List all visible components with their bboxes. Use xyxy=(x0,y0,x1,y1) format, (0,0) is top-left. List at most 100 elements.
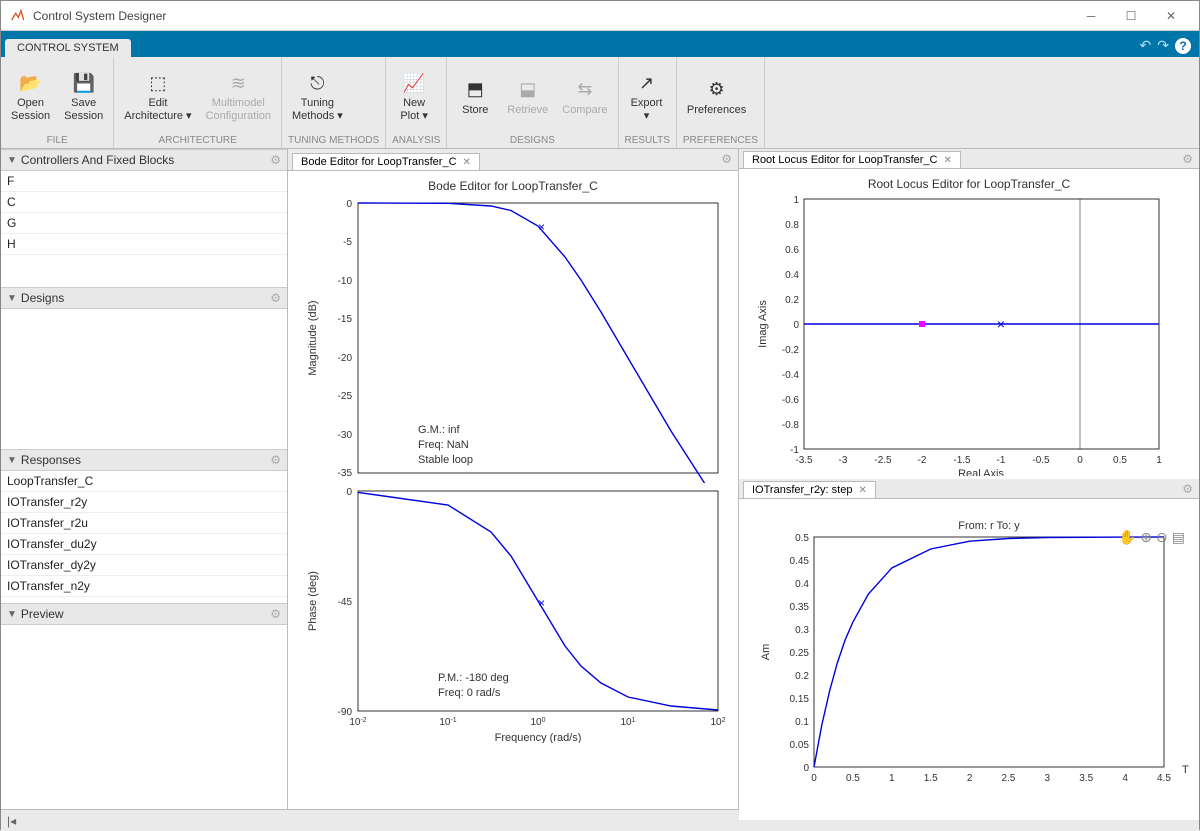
panel-controllers-header[interactable]: ▼Controllers And Fixed Blocks⚙ xyxy=(1,149,287,171)
svg-text:-20: -20 xyxy=(338,353,353,364)
open-session-button[interactable]: 📂Open Session xyxy=(7,61,54,133)
close-icon[interactable]: ✕ xyxy=(858,485,866,496)
ribbon-group-tuning: TUNING METHODS xyxy=(288,133,379,146)
panel-gear-icon[interactable]: ⚙ xyxy=(270,291,281,305)
list-item[interactable]: IOTransfer_dy2y xyxy=(1,555,287,576)
step-chart[interactable]: From: r To: y 0 0.05 0.1 0.15 0.2 0.25 0… xyxy=(749,507,1189,807)
doc-gear-icon[interactable]: ⚙ xyxy=(1182,152,1193,166)
ribbon-group-prefs: PREFERENCES xyxy=(683,133,758,146)
new-plot-button[interactable]: 📈New Plot ▾ xyxy=(392,61,436,133)
window-title: Control System Designer xyxy=(33,9,1071,23)
statusbar-caret-icon[interactable]: |◂ xyxy=(7,814,16,828)
list-item[interactable]: H xyxy=(1,234,287,255)
edit-architecture-button[interactable]: ⬚Edit Architecture ▾ xyxy=(120,61,195,133)
tuning-methods-label: Tuning Methods ▾ xyxy=(292,97,343,122)
redo-icon[interactable]: ↷ xyxy=(1157,37,1169,54)
svg-text:0: 0 xyxy=(811,773,817,784)
list-item[interactable]: IOTransfer_du2y xyxy=(1,534,287,555)
gear-icon: ⚙ xyxy=(705,78,729,102)
doc-gear-icon[interactable]: ⚙ xyxy=(721,152,732,166)
ribbon-group-architecture: ARCHITECTURE xyxy=(120,133,275,146)
rlocus-tab-label: Root Locus Editor for LoopTransfer_C xyxy=(752,154,937,166)
bode-tab[interactable]: Bode Editor for LoopTransfer_C ✕ xyxy=(292,153,480,170)
store-icon: ⬒ xyxy=(463,78,487,102)
svg-text:-0.6: -0.6 xyxy=(782,395,800,406)
step-plot-area[interactable]: ✋ ⊕ ⊖ ▤ From: r To: y 0 0.05 0.1 0.15 0.… xyxy=(739,499,1199,820)
step-tabstrip: IOTransfer_r2y: step✕ ⚙ xyxy=(739,479,1199,499)
bode-editor-pane: Bode Editor for LoopTransfer_C ✕ ⚙ Bode E… xyxy=(288,149,738,809)
svg-text:-2: -2 xyxy=(918,455,927,466)
undo-icon[interactable]: ↶ xyxy=(1140,37,1152,54)
panel-responses-title: Responses xyxy=(21,453,81,467)
edit-architecture-label: Edit Architecture ▾ xyxy=(124,97,191,122)
maximize-button[interactable]: ☐ xyxy=(1111,2,1151,30)
zoom-out-icon[interactable]: ⊖ xyxy=(1156,529,1168,546)
svg-text:4: 4 xyxy=(1122,773,1128,784)
bode-plot-area[interactable]: Bode Editor for LoopTransfer_C 0 -5 -10 … xyxy=(288,171,738,809)
svg-text:0: 0 xyxy=(793,320,799,331)
panel-designs-body xyxy=(1,309,287,449)
panel-preview-header[interactable]: ▼Preview⚙ xyxy=(1,603,287,625)
bode-tab-label: Bode Editor for LoopTransfer_C xyxy=(301,156,457,168)
help-icon[interactable]: ? xyxy=(1175,38,1191,54)
zoom-in-icon[interactable]: ⊕ xyxy=(1140,529,1152,546)
data-browser: ▼Controllers And Fixed Blocks⚙ F C G H ▼… xyxy=(1,149,288,809)
list-item[interactable]: F xyxy=(1,171,287,192)
legend-icon[interactable]: ▤ xyxy=(1172,529,1185,546)
ribbon: 📂Open Session 💾Save Session FILE ⬚Edit A… xyxy=(1,57,1199,149)
compare-label: Compare xyxy=(562,104,607,117)
svg-text:0.4: 0.4 xyxy=(795,579,809,590)
svg-text:-3: -3 xyxy=(839,455,848,466)
chevron-down-icon: ▼ xyxy=(7,155,17,166)
panel-gear-icon[interactable]: ⚙ xyxy=(270,453,281,467)
bode-magnitude-chart[interactable]: 0 -5 -10 -15 -20 -25 -30 -35 Magnitude (… xyxy=(298,193,728,483)
list-item[interactable]: IOTransfer_n2y xyxy=(1,576,287,597)
folder-open-icon: 📂 xyxy=(19,71,43,95)
preferences-label: Preferences xyxy=(687,104,746,117)
close-icon[interactable]: ✕ xyxy=(943,155,951,166)
rlocus-chart[interactable]: × 1 0.8 0.6 0.4 0.2 0 -0.2 -0.4 -0.6 -0.… xyxy=(749,191,1179,476)
svg-text:10-1: 10-1 xyxy=(439,717,456,729)
store-label: Store xyxy=(462,104,488,117)
bode-phase-chart[interactable]: 0 -45 -90 Phase (deg) × P.M.: -180 deg F… xyxy=(298,483,728,743)
tuning-methods-button[interactable]: ⎋Tuning Methods ▾ xyxy=(288,61,347,133)
panel-gear-icon[interactable]: ⚙ xyxy=(270,153,281,167)
retrieve-label: Retrieve xyxy=(507,104,548,117)
step-ylabel: Am xyxy=(760,644,772,661)
multimodel-config-button: ≋Multimodel Configuration xyxy=(202,61,275,133)
svg-text:2: 2 xyxy=(967,773,973,784)
list-item[interactable]: G xyxy=(1,213,287,234)
rlocus-plot-area[interactable]: Root Locus Editor for LoopTransfer_C × 1… xyxy=(739,169,1199,479)
panel-designs-header[interactable]: ▼Designs⚙ xyxy=(1,287,287,309)
minimize-button[interactable]: ─ xyxy=(1071,2,1111,30)
list-item[interactable]: IOTransfer_r2u xyxy=(1,513,287,534)
panel-gear-icon[interactable]: ⚙ xyxy=(270,607,281,621)
close-button[interactable]: ✕ xyxy=(1151,2,1191,30)
save-session-button[interactable]: 💾Save Session xyxy=(60,61,107,133)
tab-control-system[interactable]: CONTROL SYSTEM xyxy=(5,39,131,57)
svg-text:0.2: 0.2 xyxy=(785,295,799,306)
titlebar: Control System Designer ─ ☐ ✕ xyxy=(1,1,1199,31)
svg-text:1: 1 xyxy=(1156,455,1162,466)
close-icon[interactable]: ✕ xyxy=(463,157,471,168)
export-button[interactable]: ↗Export ▾ xyxy=(625,61,669,133)
list-item[interactable]: IOTransfer_r2y xyxy=(1,492,287,513)
svg-text:Freq: 0 rad/s: Freq: 0 rad/s xyxy=(438,687,501,699)
preferences-button[interactable]: ⚙ Preferences xyxy=(683,61,750,133)
store-button[interactable]: ⬒ Store xyxy=(453,61,497,133)
list-item[interactable]: LoopTransfer_C xyxy=(1,471,287,492)
svg-text:-25: -25 xyxy=(338,391,353,402)
retrieve-button: ⬓Retrieve xyxy=(503,61,552,133)
rlocus-tabstrip: Root Locus Editor for LoopTransfer_C ✕ ⚙ xyxy=(739,149,1199,169)
open-session-label: Open Session xyxy=(11,97,50,122)
step-tab[interactable]: IOTransfer_r2y: step✕ xyxy=(743,481,876,498)
pan-icon[interactable]: ✋ xyxy=(1119,529,1136,546)
svg-text:0.15: 0.15 xyxy=(790,694,810,705)
list-item[interactable]: C xyxy=(1,192,287,213)
doc-gear-icon[interactable]: ⚙ xyxy=(1182,482,1193,496)
panel-responses-header[interactable]: ▼Responses⚙ xyxy=(1,449,287,471)
rlocus-tab[interactable]: Root Locus Editor for LoopTransfer_C ✕ xyxy=(743,151,961,168)
svg-text:1: 1 xyxy=(793,195,799,206)
svg-text:1: 1 xyxy=(889,773,895,784)
svg-text:×: × xyxy=(538,220,545,234)
